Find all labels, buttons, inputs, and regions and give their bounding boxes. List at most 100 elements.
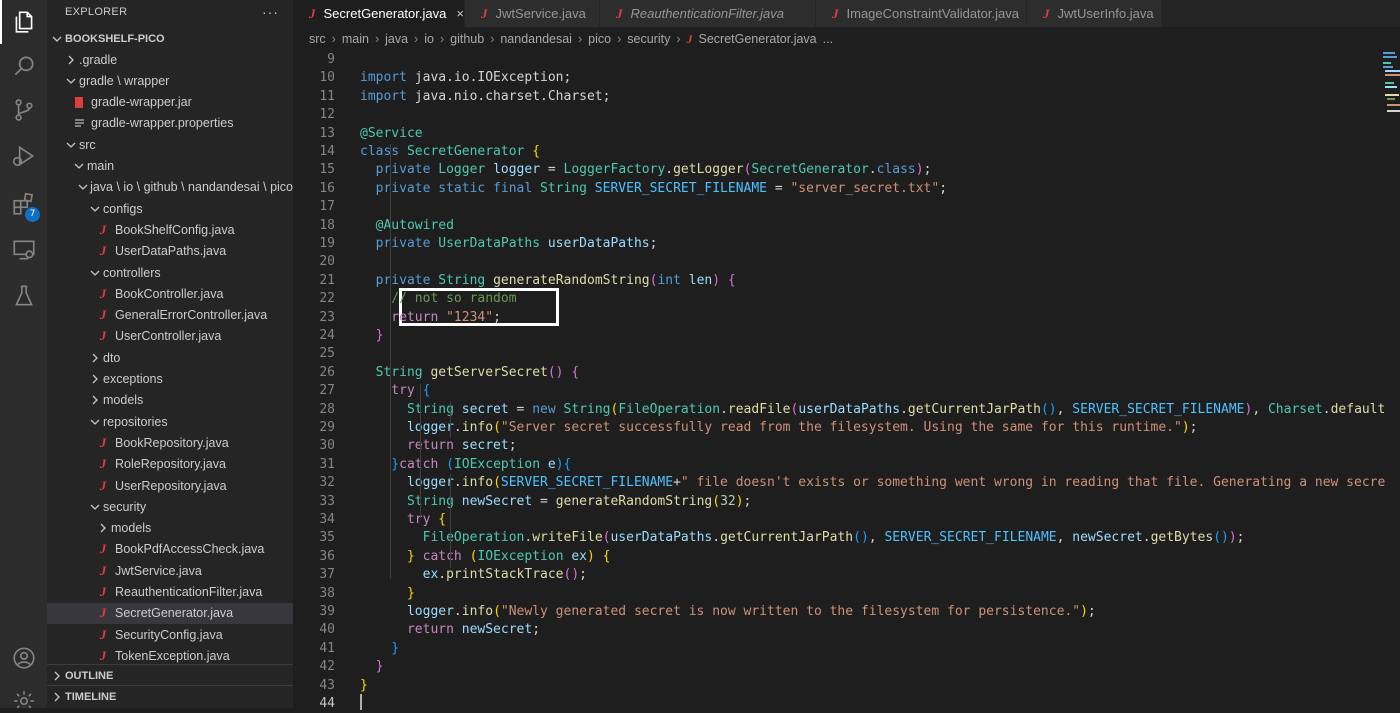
line-number: 33 (319, 493, 335, 509)
tree-item-label: java \ io \ github \ nandandesai \ pico (90, 180, 293, 195)
explorer-icon[interactable] (0, 0, 47, 44)
tree-file[interactable]: J UserController.java (47, 326, 293, 347)
tree-folder[interactable]: security (47, 496, 293, 517)
tree-file[interactable]: gradle-wrapper.properties (47, 113, 293, 134)
line-number: 19 (319, 236, 335, 251)
testing-icon[interactable] (0, 274, 47, 318)
tree-file[interactable]: J BookShelfConfig.java (47, 219, 293, 240)
tree-item-label: exceptions (103, 372, 163, 386)
search-icon[interactable] (0, 44, 47, 88)
tree-folder[interactable]: main (47, 156, 293, 177)
tree-folder[interactable]: models (47, 518, 293, 539)
outline-section[interactable]: OUTLINE (47, 664, 293, 686)
breadcrumb-item[interactable]: pico (588, 32, 611, 46)
chevron-right-icon (49, 692, 65, 702)
code-editor[interactable]: 9 10 import java.io.IOException; 11 import j… (293, 48, 1400, 711)
tree-file[interactable]: J BookController.java (47, 283, 293, 304)
code-line: String getServerSecret() { (360, 364, 580, 380)
more-actions-icon[interactable]: ··· (262, 4, 279, 20)
tab-jwtservice[interactable]: J JwtService.java (465, 0, 600, 27)
breadcrumb-item[interactable]: src (309, 32, 326, 46)
activity-bar: 7 (0, 0, 47, 708)
tree-item-label: BookPdfAccessCheck.java (115, 542, 265, 557)
tree-file[interactable]: J UserDataPaths.java (47, 241, 293, 262)
line-number: 27 (319, 383, 335, 399)
tree-item-label: BookController.java (115, 286, 224, 301)
code-line: } (360, 659, 384, 675)
breadcrumb-item[interactable]: security (627, 32, 670, 46)
line-number: 40 (319, 622, 335, 638)
tab-label: JwtUserInfo.java (1057, 6, 1154, 21)
code-line: private static final String SERVER_SECRE… (360, 180, 948, 196)
tree-file[interactable]: J RoleRepository.java (47, 454, 293, 475)
tab-secretgenerator[interactable]: J SecretGenerator.java × (293, 0, 465, 27)
chevron-right-icon: › (414, 32, 419, 46)
java-file-icon: J (832, 5, 839, 21)
line-number: 25 (319, 346, 335, 362)
line-number: 28 (319, 401, 335, 417)
line-number: 22 (319, 291, 335, 307)
code-line: } catch (IOException ex) { (360, 548, 611, 564)
tree-folder[interactable]: src (47, 134, 293, 155)
code-line: private String generateRandomString(int … (360, 272, 736, 288)
tree-file[interactable]: J BookPdfAccessCheck.java (47, 539, 293, 560)
tree-file[interactable]: gradle-wrapper.jar (47, 92, 293, 113)
breadcrumb-item[interactable]: ... (823, 32, 833, 46)
code-line: @Service (360, 125, 423, 141)
account-icon[interactable] (0, 636, 47, 680)
java-file-icon: J (99, 626, 107, 642)
timeline-section[interactable]: TIMELINE (47, 685, 293, 707)
tree-file[interactable]: J SecurityConfig.java (47, 624, 293, 645)
remote-explorer-icon[interactable] (0, 228, 47, 272)
line-number: 16 (319, 180, 335, 196)
line-number: 26 (319, 364, 335, 380)
tree-folder[interactable]: .gradle (47, 49, 293, 70)
code-line: logger.info(SERVER_SECRET_FILENAME+" fil… (360, 475, 1386, 491)
tree-folder[interactable]: repositories (47, 411, 293, 432)
chevron-right-icon (49, 671, 65, 681)
breadcrumb-item[interactable]: SecretGenerator.java (699, 32, 817, 46)
tree-file[interactable]: J SecretGenerator.java (47, 602, 293, 624)
manage-gear-icon[interactable] (0, 682, 47, 708)
breadcrumb-item[interactable]: java (385, 32, 408, 46)
tree-folder[interactable]: models (47, 390, 293, 411)
breadcrumb-item[interactable]: main (342, 32, 369, 46)
code-line: private UserDataPaths userDataPaths; (360, 236, 658, 251)
tree-folder[interactable]: controllers (47, 262, 293, 283)
tab-imageconstraintvalidator[interactable]: J ImageConstraintValidator.java (816, 0, 1027, 27)
extensions-icon[interactable]: 7 (0, 182, 47, 226)
tree-file[interactable]: J GeneralErrorController.java (47, 305, 293, 326)
project-root[interactable]: BOOKSHELF-PICO (47, 28, 293, 49)
tree-folder[interactable]: exceptions (47, 369, 293, 390)
breadcrumb-item[interactable]: io (424, 32, 434, 46)
tree-item-label: models (111, 521, 152, 536)
source-control-icon[interactable] (0, 88, 47, 132)
tab-reauthenticationfilter[interactable]: J ReauthenticationFilter.java (600, 0, 816, 27)
tree-folder[interactable]: configs (47, 198, 293, 219)
code-line: } (360, 328, 384, 343)
breadcrumb-item[interactable]: nandandesai (500, 32, 572, 46)
indent-guide (450, 474, 451, 568)
line-number: 20 (319, 254, 335, 270)
code-line: try { (360, 512, 447, 527)
close-icon[interactable]: × (456, 6, 464, 21)
tree-file[interactable]: J ReauthenticationFilter.java (47, 582, 293, 603)
line-number: 35 (319, 530, 335, 546)
explorer-header: EXPLORER ··· (47, 0, 293, 24)
tree-folder[interactable]: gradle \ wrapper (47, 70, 293, 91)
tree-folder[interactable]: java \ io \ github \ nandandesai \ pico (47, 177, 293, 198)
breadcrumb-item[interactable]: github (450, 32, 484, 46)
tree-file[interactable]: J UserRepository.java (47, 475, 293, 496)
tab-label: ImageConstraintValidator.java (846, 6, 1019, 21)
indent-guide (390, 144, 391, 578)
java-file-icon: J (99, 562, 107, 578)
tree-file[interactable]: J JwtService.java (47, 560, 293, 581)
run-debug-icon[interactable] (0, 134, 47, 178)
tree-folder[interactable]: dto (47, 347, 293, 368)
line-number: 14 (319, 144, 335, 159)
minimap[interactable] (1383, 48, 1400, 118)
tree-file[interactable]: J BookRepository.java (47, 432, 293, 453)
line-number: 34 (319, 512, 335, 527)
tree-item-label: configs (103, 201, 143, 216)
tab-jwtuserinfo[interactable]: J JwtUserInfo.java (1027, 0, 1162, 27)
